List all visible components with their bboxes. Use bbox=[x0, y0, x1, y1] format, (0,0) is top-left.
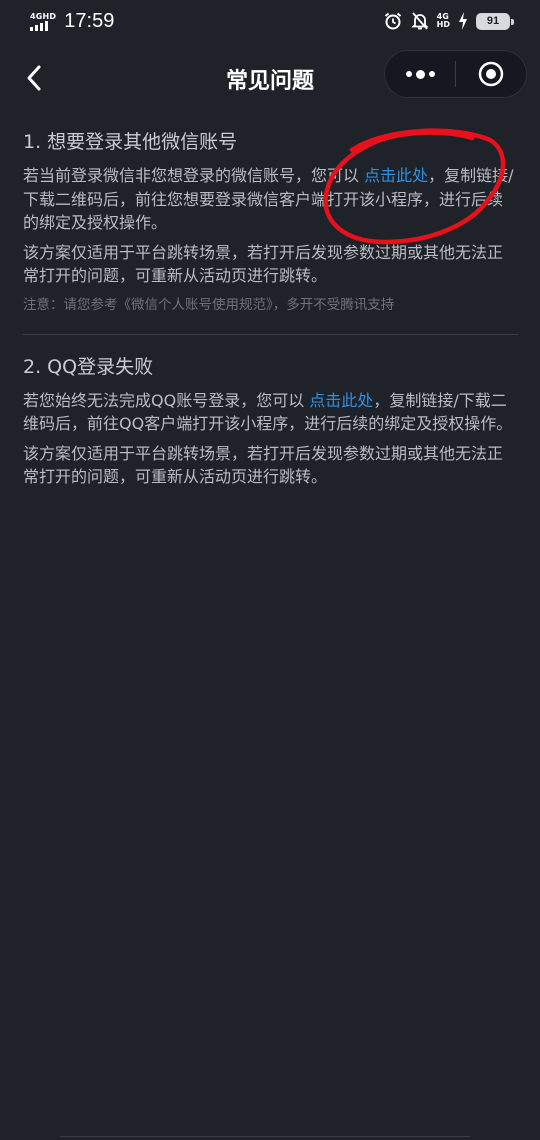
status-time: 17:59 bbox=[64, 9, 115, 32]
status-icons: 4G HD 91 bbox=[383, 11, 514, 31]
faq-title: 2. QQ登录失败 bbox=[23, 355, 154, 378]
faq-item-wechat: 1. 想要登录其他微信账号 若当前登录微信非您想登录的微信账号，您可以 点击此处… bbox=[23, 128, 518, 316]
target-circle-icon bbox=[478, 61, 504, 87]
faq-paragraph: 该方案仅适用于平台跳转场景，若打开后发现参数过期或其他无法正常打开的问题，可重新… bbox=[23, 242, 504, 286]
faq-paragraph: 若当前登录微信非您想登录的微信账号，您可以 点击此处，复制链接/下载二维码后，前… bbox=[23, 164, 518, 235]
faq-text: 若您始终无法完成QQ账号登录，您可以 bbox=[23, 390, 305, 410]
faq-page: 4GHD 17:59 4G HD 91 常见问题 1. 想要登录其他微信账号 若… bbox=[0, 0, 540, 1140]
network-label: 4GHD bbox=[30, 11, 57, 21]
faq-item-qq: 2. QQ登录失败 若您始终无法完成QQ账号登录，您可以 点击此处，复制链接/下… bbox=[23, 353, 518, 489]
click-here-link[interactable]: 点击此处 bbox=[309, 391, 373, 410]
close-button[interactable] bbox=[456, 51, 526, 97]
mini-program-capsule bbox=[384, 50, 527, 98]
status-bar: 4GHD 17:59 4G HD 91 bbox=[0, 0, 540, 42]
battery-icon: 91 bbox=[476, 12, 514, 30]
faq-paragraph: 若您始终无法完成QQ账号登录，您可以 点击此处，复制链接/下载二维码后，前往QQ… bbox=[23, 389, 518, 436]
alarm-icon bbox=[384, 12, 401, 30]
faq-text: 若当前登录微信非您想登录的微信账号，您可以 bbox=[23, 166, 360, 185]
nav-bar: 常见问题 bbox=[0, 50, 540, 106]
faq-title: 1. 想要登录其他微信账号 bbox=[23, 131, 238, 153]
signal-bars-icon bbox=[30, 20, 48, 31]
battery-level: 91 bbox=[486, 15, 500, 27]
bottom-bar bbox=[60, 1136, 470, 1140]
charging-icon bbox=[459, 12, 467, 30]
network-type-indicator: 4G HD bbox=[437, 13, 450, 29]
network-type-bottom: HD bbox=[436, 20, 450, 29]
faq-list: 1. 想要登录其他微信账号 若当前登录微信非您想登录的微信账号，您可以 点击此处… bbox=[23, 128, 518, 495]
faq-note: 注意：请您参考《微信个人账号使用规范》，多开不受腾讯支持 bbox=[23, 296, 395, 313]
more-button[interactable] bbox=[385, 51, 455, 97]
notifications-off-icon bbox=[410, 12, 429, 30]
click-here-link[interactable]: 点击此处 bbox=[364, 166, 428, 185]
signal-indicator: 4GHD bbox=[30, 12, 56, 31]
more-dots-icon bbox=[405, 69, 435, 79]
section-divider bbox=[23, 333, 518, 335]
faq-paragraph: 该方案仅适用于平台跳转场景，若打开后发现参数过期或其他无法正常打开的问题，可重新… bbox=[23, 443, 504, 487]
